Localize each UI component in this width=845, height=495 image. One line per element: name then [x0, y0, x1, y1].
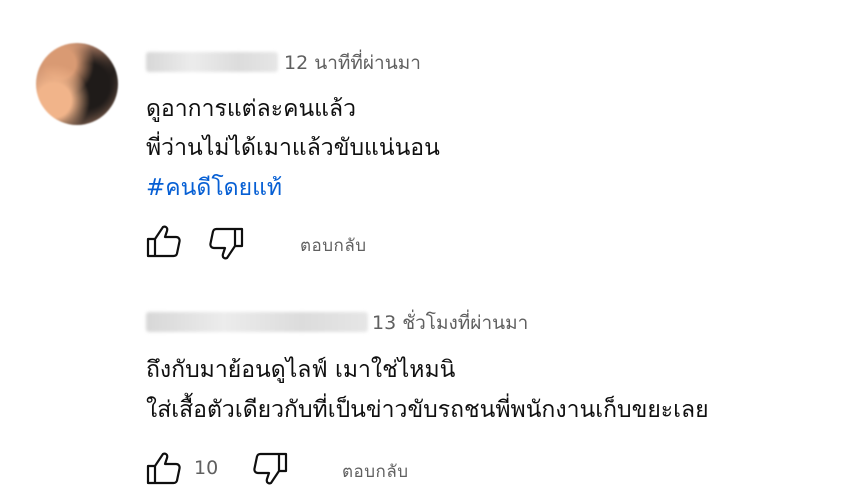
like-button[interactable] [146, 224, 182, 258]
comment-text-line: ใส่เสื้อตัวเดียวกับที่เป็นข่าวขับรถชนพี่… [146, 397, 709, 423]
dislike-button[interactable] [208, 227, 244, 261]
reply-button[interactable]: ตอบกลับ [300, 232, 367, 259]
author-name-blurred[interactable] [146, 312, 368, 332]
thumbs-up-icon [146, 225, 181, 258]
comment-text-line: พี่ว่านไม่ได้เมาแล้วขับแน่นอน [146, 135, 440, 161]
comments-section: 12 นาทีที่ผ่านมา ดูอาการแต่ละคนแล้ว พี่ว… [0, 0, 845, 495]
hashtag-link[interactable]: #คนดีโดยแท้ [146, 170, 282, 206]
comment-text-line: ถึงกับมาย้อนดูไลฟ์ เมาใช่ไหมนิ [146, 357, 456, 383]
comment-thread: 13 ชั่วโมงที่ผ่านมา ถึงกับมาย้อนดูไลฟ์ เ… [0, 300, 845, 495]
avatar[interactable] [36, 43, 118, 125]
comment-timestamp[interactable]: 12 นาทีที่ผ่านมา [284, 48, 421, 78]
like-count: 10 [194, 457, 219, 479]
thumbs-down-icon [209, 227, 244, 260]
comment-text-line: ดูอาการแต่ละคนแล้ว [146, 96, 357, 122]
dislike-button[interactable] [252, 452, 288, 486]
comment-thread: 12 นาทีที่ผ่านมา ดูอาการแต่ละคนแล้ว พี่ว… [36, 40, 816, 280]
reply-button[interactable]: ตอบกลับ [342, 458, 409, 485]
like-button[interactable] [146, 451, 182, 485]
thumbs-up-icon [146, 452, 181, 485]
comment-timestamp[interactable]: 13 ชั่วโมงที่ผ่านมา [372, 308, 528, 338]
author-name-blurred[interactable] [146, 52, 278, 72]
thumbs-down-icon [253, 452, 288, 485]
